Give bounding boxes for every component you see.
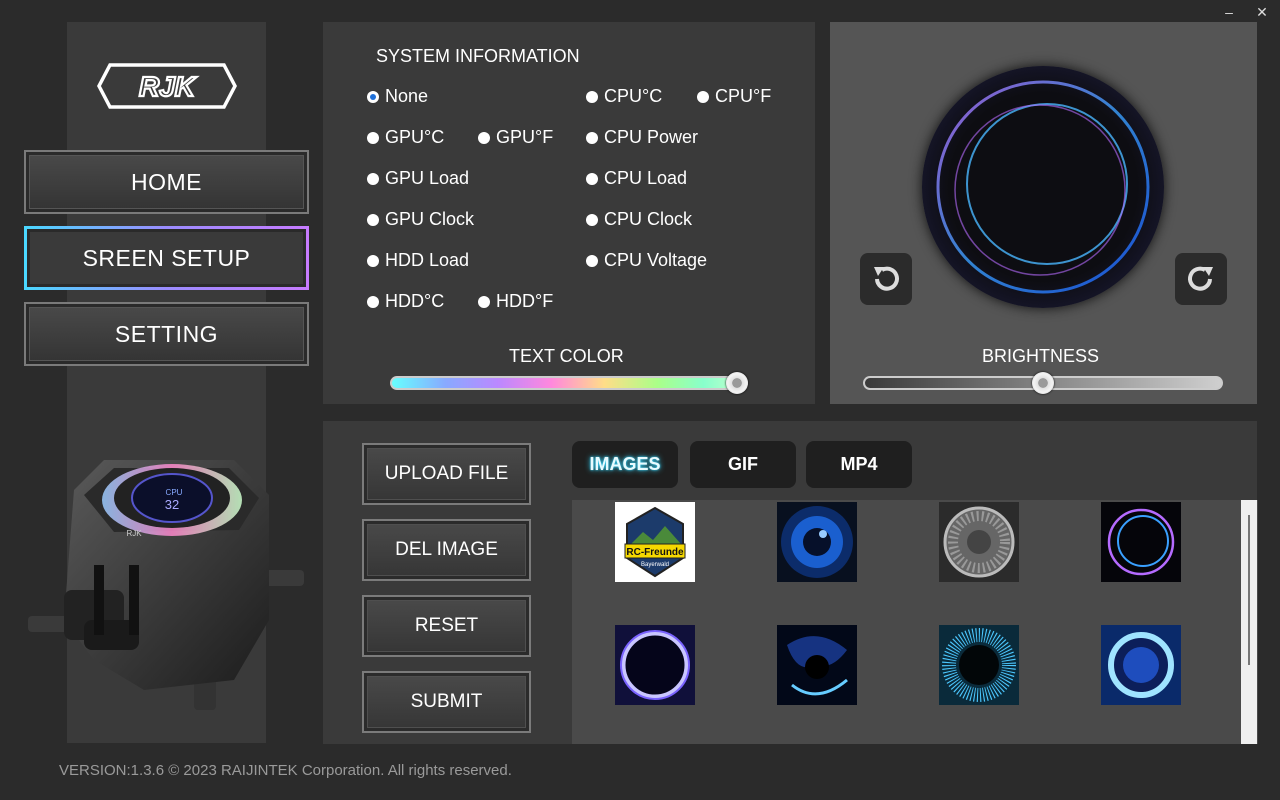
gallery-thumbnail-neon-ring[interactable]: [1101, 502, 1181, 582]
radio-label: CPU Clock: [604, 209, 693, 229]
rotate-left-icon: [874, 266, 899, 291]
svg-text:RJK: RJK: [139, 71, 197, 102]
radio-cpu-power[interactable]: CPU Power: [586, 127, 698, 148]
upload-file-button[interactable]: UPLOAD FILE: [362, 443, 531, 505]
close-button[interactable]: ✕: [1252, 2, 1272, 22]
svg-text:Bayerwald: Bayerwald: [641, 562, 669, 568]
radio-label: GPU Clock: [385, 209, 475, 229]
radio-dot: [478, 131, 490, 144]
radio-label: GPU°F: [496, 127, 554, 147]
radio-dot: [367, 254, 379, 267]
gallery-thumbnail-particle-ring[interactable]: [939, 625, 1019, 705]
radio-gpu-f[interactable]: GPU°F: [478, 127, 553, 148]
radio-dot: [367, 213, 379, 226]
tab-images[interactable]: IMAGES: [572, 441, 678, 488]
radio-none[interactable]: None: [367, 86, 428, 107]
radio-hdd-load[interactable]: HDD Load: [367, 250, 469, 271]
text-color-slider[interactable]: [390, 376, 748, 390]
radio-dot: [367, 295, 379, 308]
radio-hdd-c[interactable]: HDD°C: [367, 291, 444, 312]
svg-text:CPU: CPU: [166, 488, 183, 497]
radio-dot: [478, 295, 490, 308]
gallery-thumbnail-blue-vortex[interactable]: [777, 625, 857, 705]
screen-preview-image: [922, 66, 1164, 308]
radio-label: CPU°F: [715, 86, 772, 106]
nav-screen-setup-button[interactable]: SREEN SETUP: [24, 226, 309, 290]
cooler-pump-illustration: CPU 32 RJK: [28, 460, 304, 710]
rotate-right-button[interactable]: [1175, 253, 1227, 305]
radio-dot: [586, 90, 598, 103]
radio-dot: [586, 254, 598, 267]
gallery-scrollbar[interactable]: [1241, 500, 1257, 744]
gallery-thumbnail-metal-fan[interactable]: [939, 502, 1019, 582]
radio-label: GPU°C: [385, 127, 445, 147]
radio-dot: [367, 90, 379, 103]
radio-dot: [586, 213, 598, 226]
gallery-thumbnail-rc-freunde[interactable]: RC-Freunde Bayerwald: [615, 502, 695, 582]
radio-label: GPU Load: [385, 168, 470, 188]
radio-dot: [367, 131, 379, 144]
radio-dot: [367, 172, 379, 185]
radio-label: HDD Load: [385, 250, 470, 270]
reset-button[interactable]: RESET: [362, 595, 531, 657]
svg-text:32: 32: [165, 497, 179, 512]
radio-label: HDD°F: [496, 291, 554, 311]
radio-label: CPU Load: [604, 168, 688, 188]
rotate-right-icon: [1188, 266, 1213, 291]
radio-hdd-f[interactable]: HDD°F: [478, 291, 553, 312]
radio-label: CPU Power: [604, 127, 699, 147]
radio-cpu-clock[interactable]: CPU Clock: [586, 209, 692, 230]
minimize-button[interactable]: –: [1219, 2, 1239, 22]
radio-label: HDD°C: [385, 291, 445, 311]
gallery-thumbnail-blue-eye[interactable]: [777, 502, 857, 582]
radio-dot: [586, 131, 598, 144]
version-footer: VERSION:1.3.6 © 2023 RAIJINTEK Corporati…: [59, 762, 512, 779]
text-color-slider-thumb[interactable]: [726, 372, 748, 394]
svg-text:RC-Freunde: RC-Freunde: [626, 547, 684, 558]
rjk-logo: RJK: [97, 63, 237, 109]
rotate-left-button[interactable]: [860, 253, 912, 305]
tab-gif[interactable]: GIF: [690, 441, 796, 488]
delete-image-button[interactable]: DEL IMAGE: [362, 519, 531, 581]
radio-cpu-c[interactable]: CPU°C: [586, 86, 662, 107]
radio-gpu-clock[interactable]: GPU Clock: [367, 209, 474, 230]
radio-dot: [697, 90, 709, 103]
radio-gpu-load[interactable]: GPU Load: [367, 168, 469, 189]
submit-button[interactable]: SUBMIT: [362, 671, 531, 733]
nav-home-button[interactable]: HOME: [24, 150, 309, 214]
gallery-thumbnail-energy-ring[interactable]: [1101, 625, 1181, 705]
gallery-scrollbar-thumb[interactable]: [1248, 515, 1250, 665]
nav-setting-button[interactable]: SETTING: [24, 302, 309, 366]
radio-label: None: [385, 86, 429, 106]
brightness-label: BRIGHTNESS: [982, 346, 1100, 366]
radio-cpu-load[interactable]: CPU Load: [586, 168, 687, 189]
radio-cpu-voltage[interactable]: CPU Voltage: [586, 250, 707, 271]
radio-label: CPU°C: [604, 86, 663, 106]
svg-text:RJK: RJK: [126, 529, 142, 538]
tab-mp4[interactable]: MP4: [806, 441, 912, 488]
radio-gpu-c[interactable]: GPU°C: [367, 127, 444, 148]
text-color-label: TEXT COLOR: [509, 346, 624, 366]
gallery-thumbnail-glow-ring[interactable]: [615, 625, 695, 705]
brightness-slider-thumb[interactable]: [1032, 372, 1054, 394]
radio-dot: [586, 172, 598, 185]
radio-label: CPU Voltage: [604, 250, 708, 270]
radio-cpu-f[interactable]: CPU°F: [697, 86, 771, 107]
system-information-title: SYSTEM INFORMATION: [376, 46, 580, 66]
